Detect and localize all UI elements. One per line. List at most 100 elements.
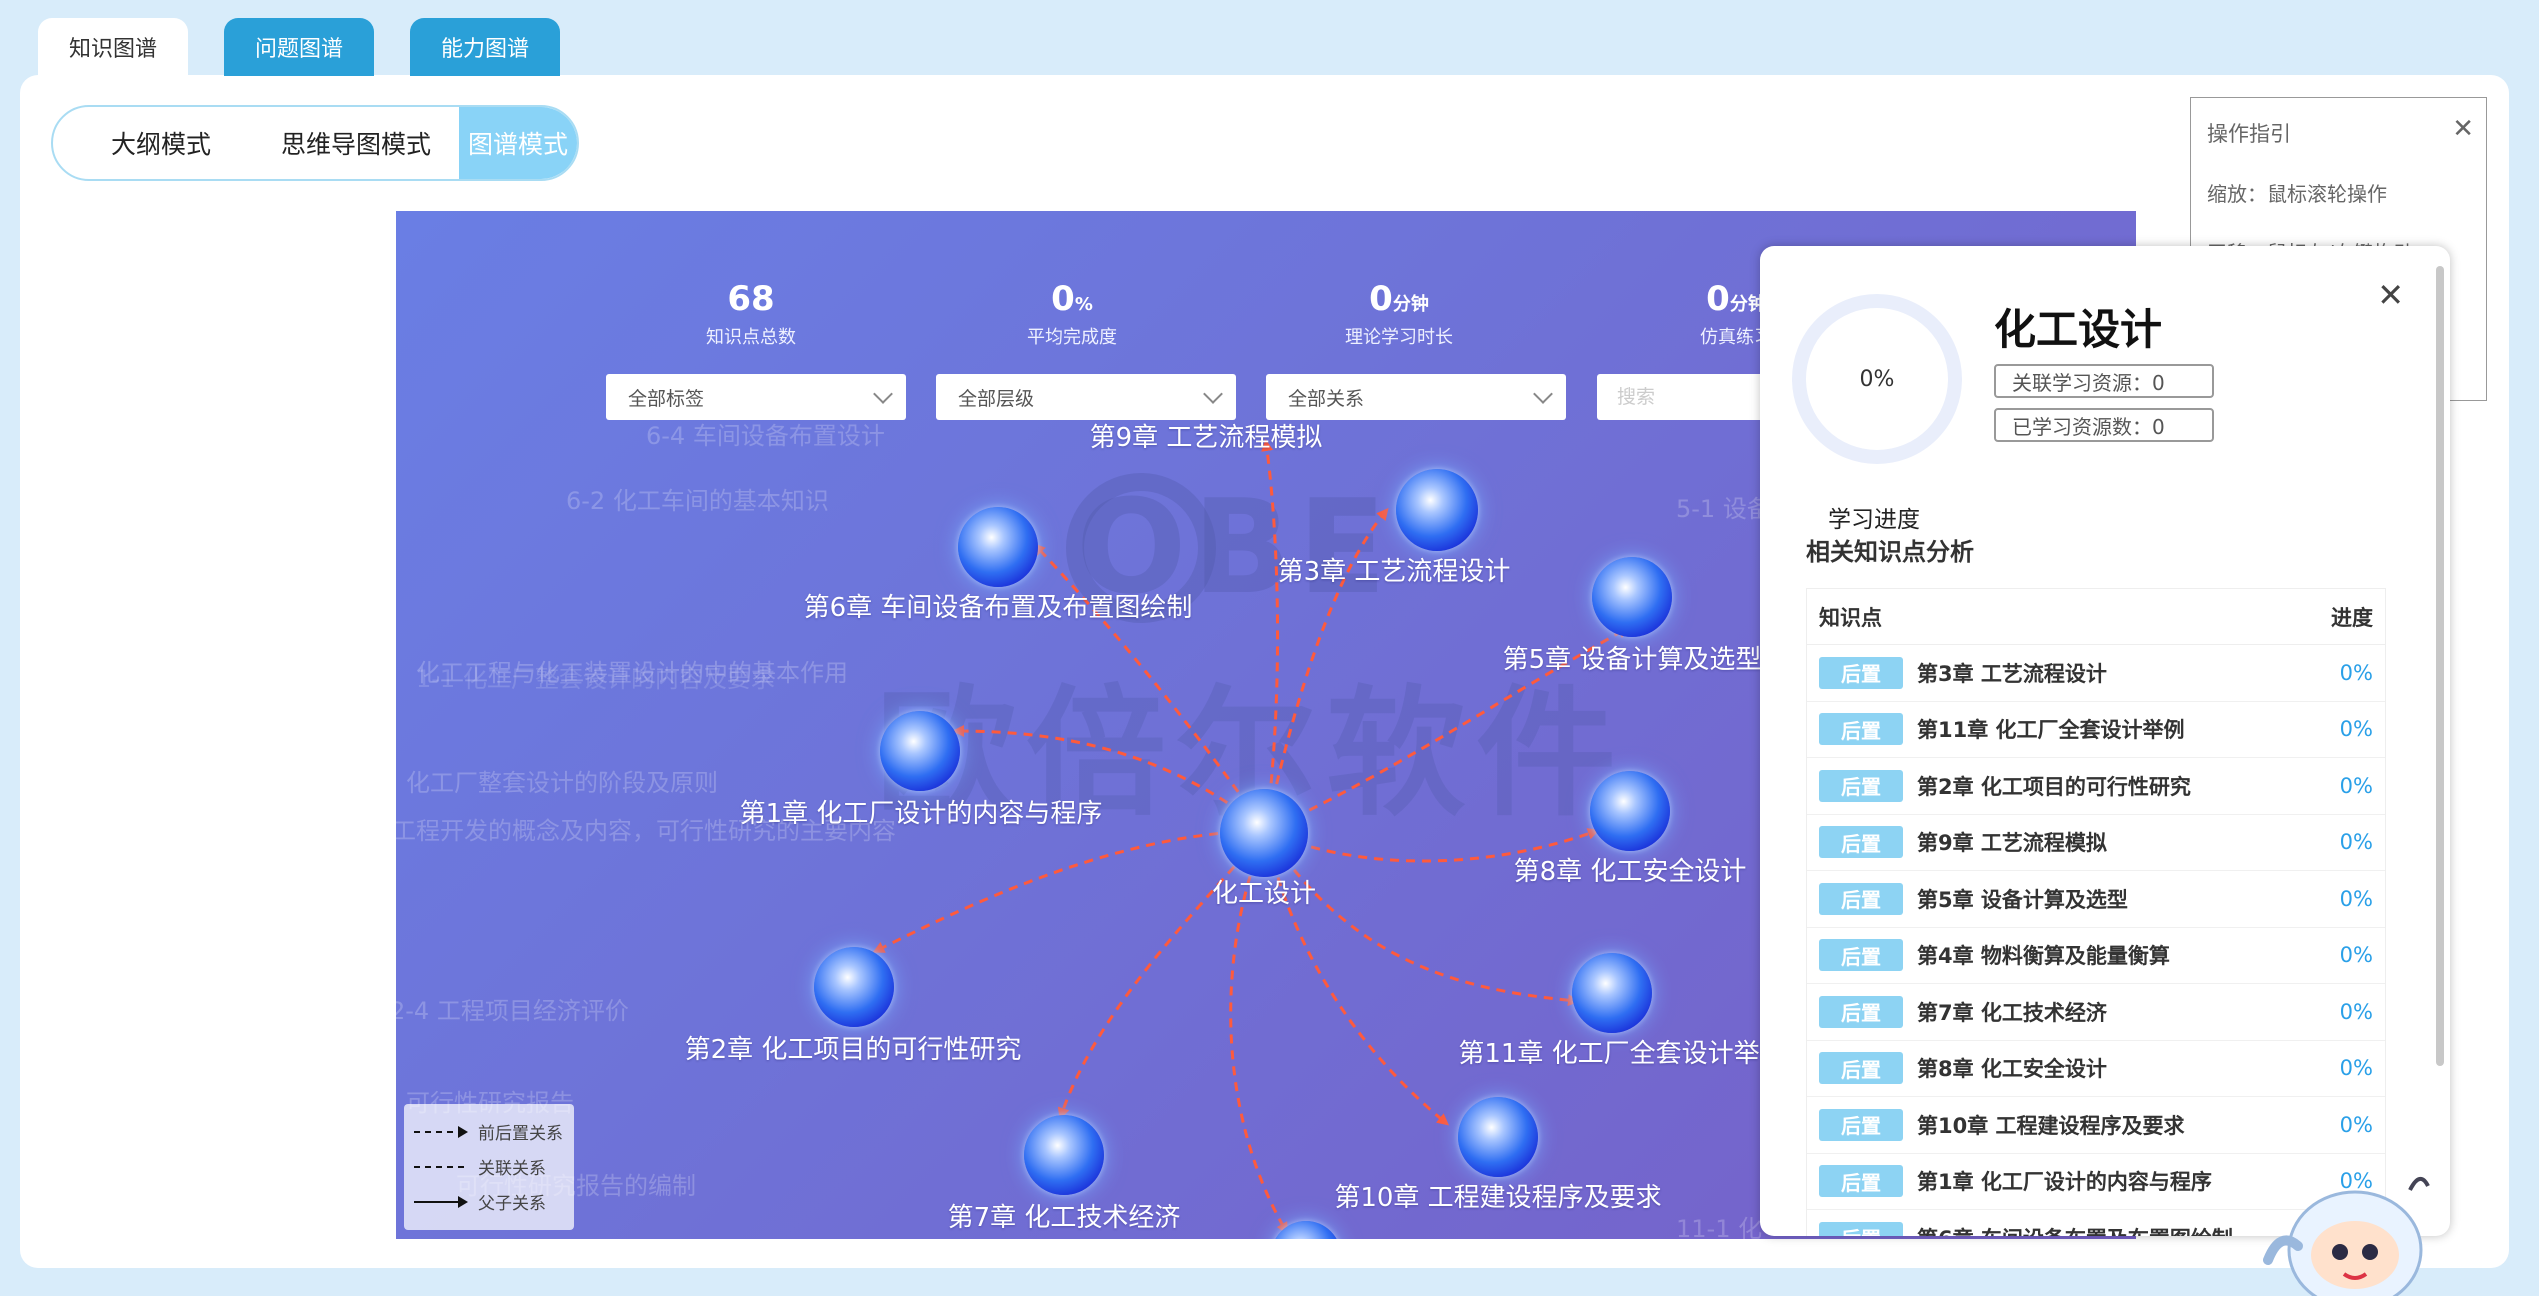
stat-knowledge-total: 68 知识点总数 <box>621 279 881 349</box>
graph-node-ch1[interactable] <box>880 711 960 791</box>
mode-graph[interactable]: 图谱模式 <box>459 107 577 179</box>
chevron-down-icon <box>1203 384 1223 404</box>
mode-mindmap[interactable]: 思维导图模式 <box>253 107 459 179</box>
knowledge-point-progress: 0% <box>2339 660 2373 685</box>
graph-node-ch8[interactable] <box>1590 771 1670 851</box>
graph-node-label-center[interactable]: 化工设计 <box>1212 873 1316 910</box>
knowledge-point-progress: 0% <box>2339 717 2373 742</box>
stat-value: 68 <box>727 279 775 319</box>
view-mode-switch: 大纲模式 思维导图模式 图谱模式 <box>51 105 579 181</box>
level-filter-select[interactable]: 全部层级 <box>936 374 1236 420</box>
tab-question-graph[interactable]: 问题图谱 <box>224 18 374 76</box>
mascot-robot-icon <box>2263 1177 2430 1296</box>
knowledge-point-progress: 0% <box>2339 943 2373 968</box>
knowledge-point-name[interactable]: 第10章 工程建设程序及要求 <box>1917 1110 2333 1140</box>
stat-label: 平均完成度 <box>1027 327 1117 348</box>
table-row[interactable]: 后置 第4章 物料衡算及能量衡算 0% <box>1807 928 2385 984</box>
relation-badge: 后置 <box>1819 1052 1903 1085</box>
edge-center-ch9 <box>1261 439 1280 832</box>
stat-label: 知识点总数 <box>706 327 796 348</box>
table-row[interactable]: 后置 第10章 工程建设程序及要求 0% <box>1807 1097 2385 1154</box>
knowledge-point-progress: 0% <box>2339 999 2373 1024</box>
graph-type-tabs: 知识图谱 问题图谱 能力图谱 <box>38 18 560 76</box>
graph-node-label[interactable]: 第9章 工艺流程模拟 <box>1090 417 1323 454</box>
table-row[interactable]: 后置 第11章 化工厂全套设计举例 0% <box>1807 702 2385 758</box>
relation-badge: 后置 <box>1819 995 1903 1028</box>
progress-ring: 0% <box>1792 294 1962 464</box>
knowledge-point-progress: 0% <box>2339 830 2373 855</box>
legend-item: 前后置关系 <box>414 1114 564 1149</box>
graph-node-ch7[interactable] <box>1024 1115 1104 1195</box>
graph-node-ch10[interactable] <box>1458 1097 1538 1177</box>
relation-badge: 后置 <box>1819 1108 1903 1141</box>
mode-outline[interactable]: 大纲模式 <box>53 107 253 179</box>
table-row[interactable]: 后置 第5章 设备计算及选型 0% <box>1807 871 2385 928</box>
graph-node-ch5[interactable] <box>1592 557 1672 637</box>
related-resources-badge: 关联学习资源：0 <box>1994 364 2214 398</box>
close-icon[interactable]: ✕ <box>2377 276 2404 314</box>
legend-item: 父子关系 <box>414 1184 564 1219</box>
solid-arrow-icon <box>414 1195 468 1208</box>
relation-badge: 后置 <box>1819 1221 1903 1236</box>
graph-node-label[interactable]: 第7章 化工技术经济 <box>948 1197 1181 1234</box>
stat-theory-time: 0分钟 理论学习时长 <box>1269 279 1529 349</box>
relation-badge: 后置 <box>1819 939 1903 972</box>
graph-node-label[interactable]: 第8章 化工安全设计 <box>1514 851 1747 888</box>
legend-item: 关联关系 <box>414 1149 564 1184</box>
relation-badge: 后置 <box>1819 826 1903 859</box>
stat-value: 0 <box>1369 279 1393 319</box>
graph-node-label[interactable]: 第2章 化工项目的可行性研究 <box>685 1029 1022 1066</box>
knowledge-point-progress: 0% <box>2339 886 2373 911</box>
relation-badge: 后置 <box>1819 656 1903 689</box>
graph-node-ch2[interactable] <box>814 947 894 1027</box>
graph-node-center[interactable] <box>1220 789 1308 877</box>
graph-node-label[interactable]: 第5章 设备计算及选型 <box>1503 639 1762 676</box>
stat-unit: % <box>1074 294 1093 315</box>
knowledge-point-name[interactable]: 第5章 设备计算及选型 <box>1917 884 2333 914</box>
knowledge-point-name[interactable]: 第4章 物料衡算及能量衡算 <box>1917 940 2333 970</box>
knowledge-point-name[interactable]: 第3章 工艺流程设计 <box>1917 658 2333 688</box>
graph-node-label[interactable]: 第11章 化工厂全套设计举例 <box>1458 1033 1785 1070</box>
graph-node-label[interactable]: 第3章 工艺流程设计 <box>1278 551 1511 588</box>
knowledge-point-name[interactable]: 第9章 工艺流程模拟 <box>1917 827 2333 857</box>
chevron-down-icon <box>873 384 893 404</box>
knowledge-point-name[interactable]: 第11章 化工厂全套设计举例 <box>1917 714 2333 744</box>
related-knowledge-table: 知识点 进度 后置 第3章 工艺流程设计 0% 后置 第11章 化工厂全套设计举例 0% 后… <box>1806 588 2386 1236</box>
learned-resources-badge: 已学习资源数：0 <box>1994 408 2214 442</box>
table-row[interactable]: 后置 第3章 工艺流程设计 0% <box>1807 645 2385 702</box>
relation-badge: 后置 <box>1819 882 1903 915</box>
guide-title: 操作指引 <box>2207 122 2291 146</box>
graph-node-ch3[interactable] <box>1396 469 1478 551</box>
relation-badge: 后置 <box>1819 1165 1903 1198</box>
legend-label: 关联关系 <box>478 1159 546 1179</box>
legend-label: 前后置关系 <box>478 1124 563 1144</box>
tab-ability-graph[interactable]: 能力图谱 <box>410 18 560 76</box>
stat-value: 0 <box>1051 279 1075 319</box>
table-row[interactable]: 后置 第9章 工艺流程模拟 0% <box>1807 815 2385 871</box>
table-header: 知识点 进度 <box>1807 589 2385 645</box>
table-row[interactable]: 后置 第7章 化工技术经济 0% <box>1807 984 2385 1041</box>
select-value: 全部标签 <box>628 387 705 410</box>
knowledge-point-name[interactable]: 第8章 化工安全设计 <box>1917 1053 2333 1083</box>
relation-filter-select[interactable]: 全部关系 <box>1266 374 1566 420</box>
graph-node-ch6[interactable] <box>958 507 1038 587</box>
table-row[interactable]: 后置 第8章 化工安全设计 0% <box>1807 1041 2385 1097</box>
table-row[interactable]: 后置 第2章 化工项目的可行性研究 0% <box>1807 758 2385 815</box>
knowledge-point-name[interactable]: 第2章 化工项目的可行性研究 <box>1917 771 2333 801</box>
scrollbar[interactable] <box>2436 266 2444 1066</box>
knowledge-point-name[interactable]: 第7章 化工技术经济 <box>1917 997 2333 1027</box>
column-header: 知识点 <box>1819 605 1882 630</box>
graph-node-label[interactable]: 第6章 车间设备布置及布置图绘制 <box>804 587 1193 624</box>
tab-knowledge-graph[interactable]: 知识图谱 <box>38 18 188 76</box>
tag-filter-select[interactable]: 全部标签 <box>606 374 906 420</box>
legend-label: 父子关系 <box>478 1194 546 1214</box>
knowledge-point-progress: 0% <box>2339 1112 2373 1137</box>
graph-node-ch11[interactable] <box>1572 953 1652 1033</box>
graph-node-label[interactable]: 第10章 工程建设程序及要求 <box>1334 1177 1661 1214</box>
section-title: 相关知识点分析 <box>1806 538 1974 566</box>
graph-node-label[interactable]: 第1章 化工厂设计的内容与程序 <box>740 793 1103 830</box>
relation-badge: 后置 <box>1819 769 1903 802</box>
dashed-line-icon <box>414 1165 464 1168</box>
knowledge-detail-popup: ✕ 0% 化工设计 关联学习资源：0 已学习资源数：0 学习进度 相关知识点分析… <box>1760 246 2450 1236</box>
close-icon[interactable]: ✕ <box>2452 114 2474 144</box>
